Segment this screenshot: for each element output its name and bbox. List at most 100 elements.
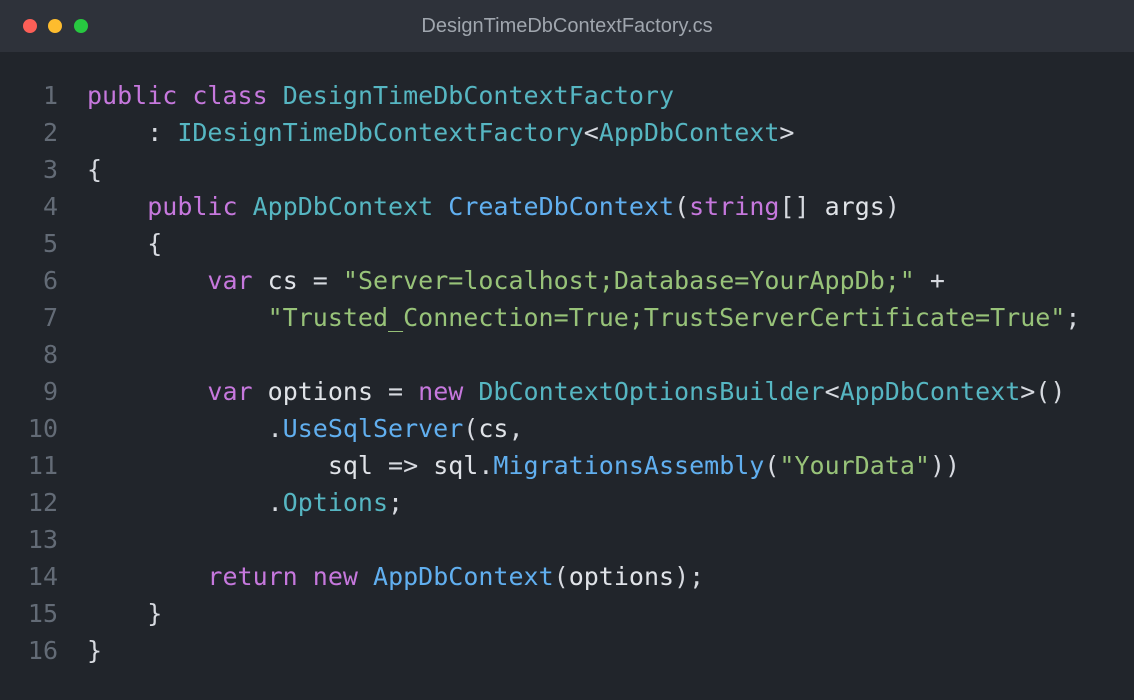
code-token: AppDbContext — [373, 562, 554, 591]
code-line[interactable]: 11 sql => sql.MigrationsAssembly("YourDa… — [0, 447, 1134, 484]
code-token: options — [568, 562, 675, 591]
code-token: . — [87, 414, 283, 443]
code-token: new — [418, 377, 464, 406]
code-line[interactable]: 8 — [0, 336, 1134, 373]
code-token: , — [508, 414, 524, 443]
code-token: UseSqlServer — [282, 414, 464, 443]
code-token: { — [87, 229, 163, 258]
code-token: = — [373, 377, 419, 406]
code-text: public class DesignTimeDbContextFactory — [87, 77, 674, 114]
code-line[interactable]: 1 public class DesignTimeDbContextFactory — [0, 77, 1134, 114]
code-view[interactable]: 1 public class DesignTimeDbContextFactory… — [0, 77, 1134, 669]
code-token: . — [478, 451, 494, 480]
code-line[interactable]: 5 { — [0, 225, 1134, 262]
code-token: ( — [674, 192, 690, 221]
line-number: 16 — [27, 636, 58, 665]
code-token: string — [689, 192, 780, 221]
code-token: var — [207, 266, 253, 295]
line-number: 14 — [27, 562, 58, 591]
line-number: 9 — [42, 377, 58, 406]
line-number: 13 — [27, 525, 58, 554]
line-number: 11 — [27, 451, 58, 480]
code-token: ( — [764, 451, 780, 480]
code-token: IDesignTimeDbContextFactory — [177, 118, 584, 147]
code-line[interactable]: 16} — [0, 632, 1134, 669]
code-text: .UseSqlServer(cs, — [87, 410, 524, 447]
code-token: cs — [267, 266, 298, 295]
line-number: 8 — [42, 340, 58, 369]
line-number: 12 — [27, 488, 58, 517]
code-token: class — [192, 81, 268, 110]
code-line[interactable]: 4 public AppDbContext CreateDbContext(st… — [0, 188, 1134, 225]
code-token: DbContextOptionsBuilder — [478, 377, 825, 406]
line-number: 10 — [27, 414, 58, 443]
code-line[interactable]: 14 return new AppDbContext(options); — [0, 558, 1134, 595]
code-text: .Options; — [87, 484, 403, 521]
code-line[interactable]: 13 — [0, 521, 1134, 558]
code-token: >() — [1020, 377, 1066, 406]
code-text: } — [87, 595, 162, 632]
code-text: "Trusted_Connection=True;TrustServerCert… — [87, 299, 1081, 336]
code-token: [] — [779, 192, 825, 221]
code-token: = — [297, 266, 343, 295]
code-token: AppDbContext — [252, 192, 434, 221]
code-line[interactable]: 7 "Trusted_Connection=True;TrustServerCe… — [0, 299, 1134, 336]
code-token: sql — [327, 451, 373, 480]
line-number: 5 — [42, 229, 58, 258]
code-token: args — [824, 192, 885, 221]
code-token: : — [87, 118, 178, 147]
code-token: ); — [674, 562, 705, 591]
code-line[interactable]: 12 .Options; — [0, 484, 1134, 521]
code-line[interactable]: 10 .UseSqlServer(cs, — [0, 410, 1134, 447]
code-line[interactable]: 9 var options = new DbContextOptionsBuil… — [0, 373, 1134, 410]
code-text: { — [87, 151, 102, 188]
code-token: )) — [929, 451, 961, 480]
code-token: } — [87, 599, 163, 628]
code-token: options — [267, 377, 373, 406]
code-token: ; — [1065, 303, 1081, 332]
code-line[interactable]: 15 } — [0, 595, 1134, 632]
code-token: Options — [282, 488, 389, 517]
line-number: 3 — [42, 155, 58, 184]
code-token: return — [207, 562, 298, 591]
code-token: "Trusted_Connection=True;TrustServerCert… — [267, 303, 1066, 332]
code-token: } — [87, 636, 103, 665]
code-token: AppDbContext — [598, 118, 780, 147]
code-token: public — [147, 192, 238, 221]
line-number: 15 — [27, 599, 58, 628]
code-text: public AppDbContext CreateDbContext(stri… — [87, 188, 900, 225]
code-token: "Server=localhost;Database=YourAppDb;" — [342, 266, 915, 295]
code-text: : IDesignTimeDbContextFactory<AppDbConte… — [87, 114, 794, 151]
code-token: < — [824, 377, 840, 406]
code-token: MigrationsAssembly — [493, 451, 765, 480]
code-token: ( — [553, 562, 569, 591]
code-token: ( — [463, 414, 479, 443]
code-text: return new AppDbContext(options); — [87, 558, 704, 595]
code-token: "YourData" — [779, 451, 930, 480]
code-token: > — [779, 118, 795, 147]
code-line[interactable]: 6 var cs = "Server=localhost;Database=Yo… — [0, 262, 1134, 299]
code-token: public — [87, 81, 178, 110]
code-token: sql — [433, 451, 479, 480]
window-title: DesignTimeDbContextFactory.cs — [421, 15, 713, 37]
code-token: AppDbContext — [839, 377, 1021, 406]
code-token: . — [87, 488, 283, 517]
code-token: cs — [478, 414, 509, 443]
code-text: var cs = "Server=localhost;Database=Your… — [87, 262, 945, 299]
line-number: 4 — [42, 192, 58, 221]
code-line[interactable]: 3{ — [0, 151, 1134, 188]
line-number: 6 — [42, 266, 58, 295]
code-line[interactable]: 2 : IDesignTimeDbContextFactory<AppDbCon… — [0, 114, 1134, 151]
line-number: 7 — [42, 303, 58, 332]
